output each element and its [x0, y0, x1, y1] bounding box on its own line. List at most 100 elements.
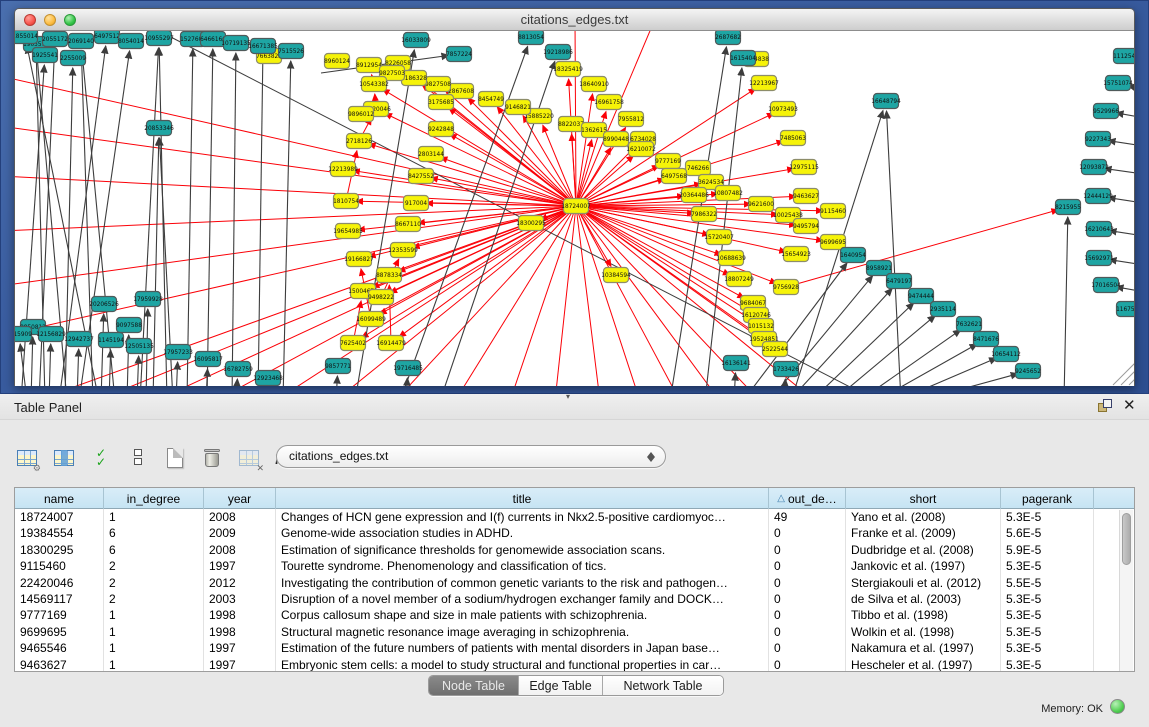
scrollbar-thumb[interactable]: [1122, 513, 1131, 565]
graph-node[interactable]: 7485063: [780, 131, 806, 146]
graph-node[interactable]: 10719135: [221, 36, 251, 51]
column-header-year[interactable]: year: [204, 488, 276, 509]
network-window-titlebar[interactable]: citations_edges.txt: [15, 9, 1134, 31]
graph-node[interactable]: 16914479: [376, 336, 406, 351]
graph-node[interactable]: 20206526: [89, 297, 119, 312]
graph-node[interactable]: 19166827: [344, 252, 374, 267]
delete-table-button[interactable]: ✕: [236, 445, 262, 471]
graph-node[interactable]: 8215955: [1055, 200, 1081, 215]
graph-node[interactable]: 8960124: [324, 54, 350, 69]
table-row[interactable]: 1830029562008Estimation of significance …: [15, 542, 1134, 558]
attribute-table[interactable]: namein_degreeyeartitle△out_de…shortpager…: [14, 487, 1135, 672]
graph-node[interactable]: 1810754: [333, 194, 359, 209]
graph-node[interactable]: 2255009: [60, 51, 86, 66]
graph-node[interactable]: 9827508: [425, 77, 451, 92]
graph-node[interactable]: 16099489: [356, 312, 386, 327]
graph-node[interactable]: 8454749: [478, 92, 504, 107]
graph-node[interactable]: 6497568: [661, 169, 687, 184]
graph-node[interactable]: 9896012: [348, 107, 374, 122]
table-row[interactable]: 1456911722003Disruption of a novel membe…: [15, 591, 1134, 607]
graph-node[interactable]: 9097588: [116, 318, 142, 333]
column-header-title[interactable]: title: [276, 488, 769, 509]
graph-node[interactable]: 16095817: [193, 352, 223, 367]
memory-status-icon[interactable]: [1110, 699, 1125, 714]
graph-node[interactable]: 2069140: [68, 34, 94, 49]
table-row[interactable]: 1872400712008Changes of HCN gene express…: [15, 509, 1134, 525]
delete-rows-button[interactable]: [199, 445, 225, 471]
graph-node[interactable]: 9756928: [773, 280, 799, 295]
graph-node[interactable]: 12942737: [64, 332, 94, 347]
network-view[interactable]: 18724007 1832541918640910 16961758 7955812 8…: [15, 31, 1134, 386]
graph-node[interactable]: 15720407: [704, 230, 734, 245]
graph-node[interactable]: 16136141: [721, 356, 751, 371]
graph-node[interactable]: 2522544: [762, 342, 788, 357]
graph-node[interactable]: 9495794: [793, 219, 819, 234]
graph-node[interactable]: 10973493: [768, 102, 798, 117]
graph-node[interactable]: 10384594: [601, 268, 631, 283]
graph-node[interactable]: 8667110: [395, 217, 421, 232]
graph-node[interactable]: 9529966: [1093, 104, 1119, 119]
graph-node[interactable]: 2803144: [418, 147, 444, 162]
graph-node[interactable]: 16782759: [223, 362, 253, 377]
graph-node[interactable]: 9777169: [655, 154, 681, 169]
table-row[interactable]: 977716911998Corpus callosum shape and si…: [15, 607, 1134, 623]
graph-node[interactable]: 17957233: [163, 345, 193, 360]
graph-node[interactable]: 8990448: [603, 132, 629, 147]
graph-node[interactable]: 16648794: [871, 94, 901, 109]
graph-node[interactable]: 9242848: [428, 122, 454, 137]
graph-node[interactable]: 12353599: [388, 243, 418, 258]
graph-node[interactable]: 2718126: [346, 134, 372, 149]
graph-node[interactable]: 15654923: [781, 247, 811, 262]
tab-network-table[interactable]: Network Table: [603, 676, 723, 695]
graph-node[interactable]: 12093872: [1079, 160, 1109, 175]
graph-node[interactable]: 746266: [686, 161, 711, 176]
graph-node[interactable]: 1112544: [1113, 49, 1134, 64]
graph-node[interactable]: 1145194: [98, 333, 124, 348]
table-row[interactable]: 1938455462009Genome-wide association stu…: [15, 525, 1134, 541]
graph-node[interactable]: 6497512: [94, 31, 120, 44]
graph-node[interactable]: 16210072: [626, 142, 656, 157]
table-row[interactable]: 2242004622012Investigating the contribut…: [15, 575, 1134, 591]
graph-node[interactable]: 18724007: [561, 199, 591, 214]
column-header-short[interactable]: short: [846, 488, 1001, 509]
column-header-name[interactable]: name: [15, 488, 104, 509]
graph-node[interactable]: 20364486: [679, 188, 709, 203]
graph-node[interactable]: 18807249: [724, 272, 754, 287]
graph-node[interactable]: 12213967: [749, 76, 779, 91]
graph-node[interactable]: 15751074: [1103, 76, 1133, 91]
show-columns-button[interactable]: [51, 445, 77, 471]
graph-node[interactable]: 9245652: [1015, 364, 1041, 379]
select-rows-button[interactable]: ✓✓: [88, 445, 114, 471]
graph-node[interactable]: 7632621: [956, 317, 982, 332]
row-options-button[interactable]: [125, 445, 151, 471]
graph-node[interactable]: 10543382: [359, 77, 389, 92]
graph-node[interactable]: 19218986: [543, 45, 573, 60]
graph-node[interactable]: 9857771: [325, 359, 351, 374]
graph-node[interactable]: 18640910: [579, 77, 609, 92]
graph-node[interactable]: 12156829: [36, 327, 66, 342]
graph-node[interactable]: 10955297: [144, 31, 174, 46]
column-header-pagerank[interactable]: pagerank: [1001, 488, 1094, 509]
splitter-handle-icon[interactable]: ▾: [566, 392, 570, 401]
table-row[interactable]: 946362711997Embryonic stem cells: a mode…: [15, 657, 1134, 672]
graph-node[interactable]: 2935114: [930, 302, 956, 317]
graph-node[interactable]: 2055172: [42, 32, 68, 47]
graph-node[interactable]: 8813054: [518, 31, 544, 45]
graph-node[interactable]: 9498222: [368, 290, 394, 305]
table-row[interactable]: 911546021997Tourette syndrome. Phenomeno…: [15, 558, 1134, 574]
graph-node[interactable]: 16033809: [401, 33, 431, 48]
graph-node[interactable]: 8427552: [408, 169, 434, 184]
graph-node[interactable]: 8054014: [118, 34, 144, 49]
graph-node[interactable]: 2687682: [715, 31, 741, 45]
graph-node[interactable]: 17959928: [133, 292, 163, 307]
graph-node[interactable]: 16961758: [594, 95, 624, 110]
graph-node[interactable]: 18300295: [516, 216, 546, 231]
tab-edge-table[interactable]: Edge Table: [519, 676, 603, 695]
graph-node[interactable]: 12444129: [1083, 189, 1113, 204]
graph-node[interactable]: 18325419: [553, 62, 583, 77]
graph-node[interactable]: 7625402: [340, 336, 366, 351]
graph-node[interactable]: 7955812: [618, 112, 644, 127]
graph-node[interactable]: 19654985: [333, 224, 363, 239]
graph-node[interactable]: 3175685: [428, 95, 454, 110]
table-settings-button[interactable]: ⚙: [14, 445, 40, 471]
